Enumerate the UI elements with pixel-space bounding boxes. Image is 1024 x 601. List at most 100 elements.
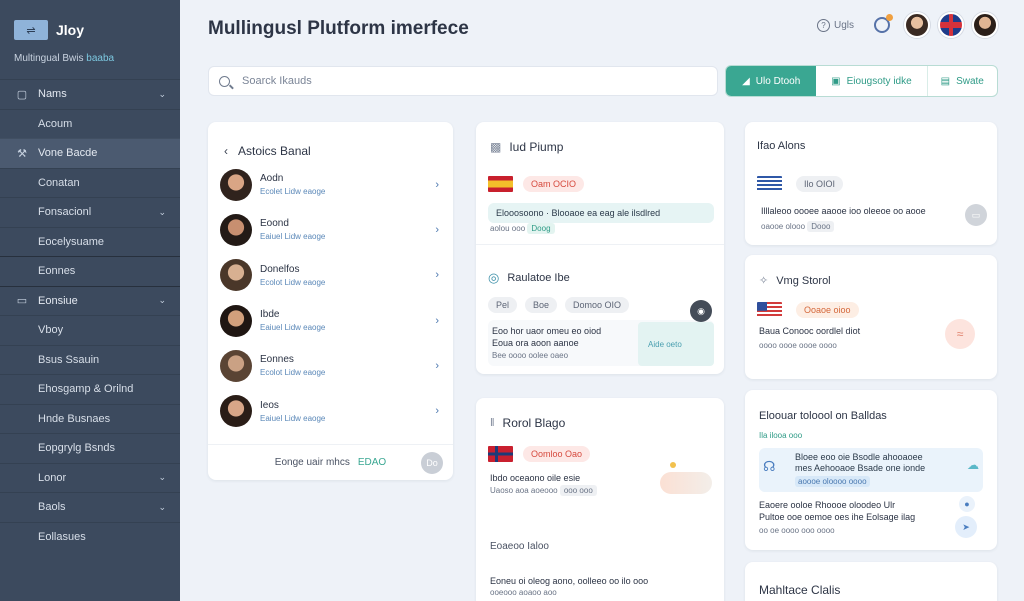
contact-row[interactable]: Ieos Eaiuel Lidw eaoge › [208,388,453,433]
chat-card-english[interactable]: ✧ Vmg Storol Ooaoe oioo Baua Conooc oord… [745,255,997,379]
summary-card[interactable]: Mahltace Clalis [745,562,997,601]
chat-card-header: ▩ Iud Piump [490,140,564,154]
sidebar-item-label: Bsus Ssauin [38,353,100,366]
sidebar-item[interactable]: Eopgrylg Bsnds [0,433,180,463]
contacts-footer-link[interactable]: EDAO [358,457,386,468]
contact-status: Eaiuel Lidw eaoge [260,413,326,423]
sidebar-item[interactable]: Bsus Ssauin [0,344,180,375]
wrench-icon: ⚒ [17,147,27,160]
sidebar-item-label: Baols [38,501,66,514]
cloud-icon: ☁ [967,458,979,472]
chat-bubbles-icon: ▩ [490,140,502,154]
sidebar-item[interactable]: Vboy [0,315,180,345]
notification-bell-icon[interactable] [874,14,893,33]
brand-logo-icon: ⇌ [14,20,48,40]
sidebar: ⇌ Jloy Multingual Bwis baaba ▢ Nams ⌄ Acoum… [0,0,180,601]
contacts-card: ‹ Astoics Banal Aodn Ecolet Lidw eaoge › Eo… [208,122,453,480]
contact-row[interactable]: Eonnes Ecolot Lidw eaoge › [208,343,453,388]
chat-card-greek[interactable]: Ifao Alons Ilo OIOI Illlaleoo oooee aaoo… [745,122,997,245]
toolbar-second-button[interactable]: ▣ Eiougsoty idke [816,66,928,96]
back-icon[interactable]: ‹ [224,144,228,158]
contact-row[interactable]: Ibde Eaiuel Lidw eaoge › [208,298,453,343]
contact-row[interactable]: Donelfos Ecolot Lidw eaoge › [208,253,453,298]
toolbar-third-button[interactable]: ▤ Swate [928,66,997,96]
sidebar-item-label: Nams [38,88,67,101]
contact-status: Ecolot Lidw eaoge [260,368,326,378]
chat-card-header: ✧ Vmg Storol [759,274,831,288]
send-icon[interactable]: ➤ [955,516,977,538]
more-button[interactable]: Do [421,451,443,474]
section-header: ◎ Raulatoe Ibe [488,270,570,285]
action-toolbar: ◢ Ulo Dtooh ▣ Eiougsoty idke ▤ Swate [725,65,998,97]
chevron-down-icon[interactable]: ⌄ [158,89,166,100]
chevron-down-icon[interactable]: ⌄ [158,502,166,513]
sidebar-item-label: Eonsiue [38,294,78,307]
sidebar-item[interactable]: ⚒ Vone Bacde [0,138,180,168]
sidebar-item-label: Lonor [38,471,67,484]
sidebar-item[interactable]: Hnde Busnaes [0,403,180,434]
language-pill[interactable]: Oam OCIO [523,176,585,192]
contact-name: Ibde [260,309,280,321]
voice-button[interactable]: ◉ [690,300,712,322]
contact-name: Donelfos [260,263,300,275]
chat-card-spanish[interactable]: ▩ Iud Piump Oam OCIO Elooosoono · Blooao… [476,122,724,374]
message-meta: aolou ooo Doog [490,223,555,234]
help-icon: ? [816,18,830,32]
sidebar-item[interactable]: Baols ⌄ [0,492,180,522]
notification-dot [886,14,893,21]
save-icon: ▤ [940,75,951,87]
help-button[interactable]: ? Ugls [816,18,854,32]
sidebar-item[interactable]: ▭ Eonsiue ⌄ [0,285,180,316]
sidebar-item[interactable]: Conatan [0,167,180,198]
contact-row[interactable]: Eoond Eaiuel Lidw eaoge › [208,207,453,252]
filter-chip[interactable]: Boe [525,297,558,313]
language-pill[interactable]: Ilo OIOI [796,176,844,192]
toolbar-primary-button[interactable]: ◢ Ulo Dtooh [726,66,817,96]
language-flag-avatar[interactable] [938,12,964,38]
filter-chip[interactable]: Domoo OIO [565,297,630,313]
chevron-right-icon[interactable]: › [435,269,439,281]
translation-card[interactable]: Eloouar toloool on Balldas Ila ilooa ooo… [745,390,997,550]
language-pill[interactable]: Ooaoe oioo [796,302,859,318]
sidebar-item-label: Hnde Busnaes [38,412,111,425]
chevron-right-icon[interactable]: › [435,224,439,236]
sidebar-item-label: Conatan [38,176,80,189]
chevron-down-icon[interactable]: ⌄ [158,295,166,306]
avatar [220,304,252,337]
sidebar-item[interactable]: Ehosgamp & Orilnd [0,374,180,404]
chevron-down-icon[interactable]: ⌄ [158,207,166,218]
contact-status: Ecolet Lidw eaoge [260,187,326,197]
sidebar-item-label: Vboy [38,324,64,337]
translation-bubble: Bloee eoo oie Bsodle ahooaoee mes Aehooa… [759,448,983,492]
search-input[interactable] [242,75,707,87]
avatar [220,349,252,382]
sidebar-item[interactable]: Eollasues [0,521,180,552]
sidebar-item[interactable]: Eocelysuame [0,226,180,257]
contact-row[interactable]: Aodn Ecolet Lidw eaoge › [208,162,453,207]
sidebar-item[interactable]: Acoum [0,108,180,139]
user-icon: ● [959,496,975,512]
chevron-right-icon[interactable]: › [435,179,439,191]
search-bar[interactable] [208,66,718,96]
chevron-down-icon[interactable]: ⌄ [158,472,166,483]
sidebar-item[interactable]: Eonnes [0,256,180,286]
contacts-title: Astoics Banal [238,143,311,158]
chevron-right-icon[interactable]: › [435,315,439,327]
contact-status: Eaiuel Lidw eaoge [260,323,326,333]
options-button[interactable]: ▭ [965,204,987,226]
sidebar-item[interactable]: Fonsacionl ⌄ [0,197,180,227]
audio-wave-icon[interactable]: ≈ [945,319,975,349]
contacts-footer: Eonge uair mhcs EDAO Do [208,444,453,480]
profile-avatar[interactable] [972,12,998,38]
user-avatar[interactable] [904,12,930,38]
filter-chip[interactable]: Pel [488,297,518,313]
language-pill[interactable]: Oomloo Oao [523,446,591,462]
brand[interactable]: ⇌ Jloy [0,0,180,44]
chevron-right-icon[interactable]: › [435,405,439,417]
chip-row: Pel Boe Domoo OIO [488,297,630,313]
sidebar-item[interactable]: ▢ Nams ⌄ [0,79,180,109]
chat-card-norwegian[interactable]: ‖ Rorol Blago Oomloo Oao Ibdo oceaono oi… [476,398,724,601]
chevron-right-icon[interactable]: › [435,360,439,372]
sidebar-item[interactable]: Lonor ⌄ [0,462,180,493]
translate-toggle[interactable] [660,472,712,494]
